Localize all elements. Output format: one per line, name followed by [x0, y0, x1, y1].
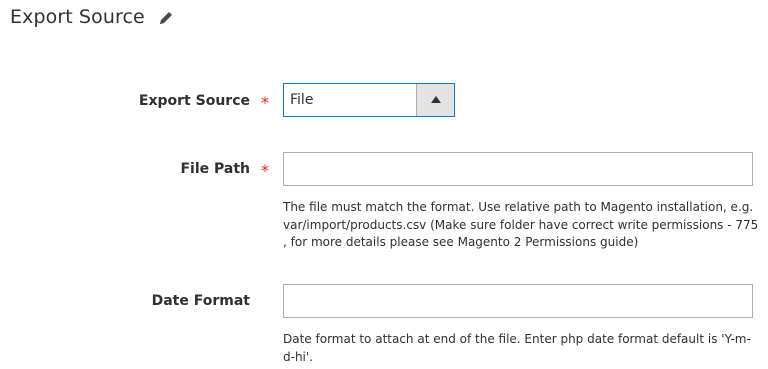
file-path-label: File Path — [180, 161, 250, 177]
required-mark: * — [261, 161, 269, 180]
section-title: Export Source — [10, 6, 145, 28]
export-source-label: Export Source — [138, 93, 250, 109]
date-format-note: Date format to attach at end of the file… — [283, 332, 751, 364]
export-source-selected-value: File — [290, 92, 314, 108]
pencil-icon[interactable] — [158, 10, 174, 26]
date-format-input[interactable] — [283, 284, 753, 318]
file-path-note: The file must match the format. Use rela… — [283, 200, 759, 249]
export-source-select[interactable]: File — [283, 83, 455, 117]
date-format-label: Date Format — [151, 293, 250, 309]
required-mark: * — [261, 93, 269, 112]
select-toggle[interactable] — [416, 84, 454, 116]
file-path-input[interactable] — [283, 152, 753, 186]
chevron-up-icon — [431, 96, 441, 103]
